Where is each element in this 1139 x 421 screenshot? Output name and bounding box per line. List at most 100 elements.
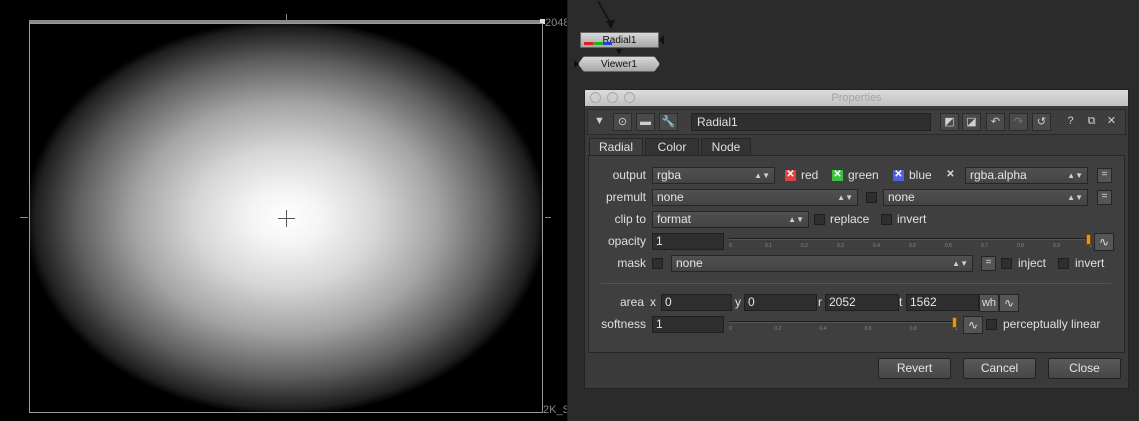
node-input-arrow-icon [659, 35, 664, 45]
revert-button[interactable]: Revert [878, 358, 951, 379]
slider-tick-label: 0.6 [945, 243, 952, 249]
help-icon[interactable]: ? [1061, 113, 1080, 131]
slider-handle[interactable] [1086, 234, 1091, 245]
section-divider [601, 283, 1111, 284]
color-swatch-icon[interactable]: ◪ [962, 113, 981, 131]
area-y-input[interactable]: 0 [744, 294, 817, 311]
softness-input[interactable]: 1 [652, 316, 724, 333]
invert-checkbox[interactable] [881, 214, 892, 225]
minimize-window-icon[interactable] [607, 92, 618, 103]
collapse-icon[interactable]: ▼ [590, 113, 609, 131]
inject-checkbox[interactable] [1001, 258, 1012, 269]
clip-to-value: format [657, 212, 692, 226]
area-x-label: x [650, 295, 656, 309]
slider-tick-label: 0.8 [909, 326, 917, 332]
close-window-icon[interactable] [590, 92, 601, 103]
chevron-down-icon: ▲▼ [837, 193, 853, 202]
perceptually-linear-checkbox[interactable] [986, 319, 997, 330]
chevron-down-icon: ▲▼ [952, 259, 968, 268]
alpha-channel-dropdown[interactable]: rgba.alpha ▲▼ [965, 167, 1088, 184]
slider-tick-label: 0.5 [909, 243, 916, 249]
area-x-input[interactable]: 0 [661, 294, 732, 311]
mask-label: mask [617, 256, 646, 270]
zoom-window-icon[interactable] [624, 92, 635, 103]
chevron-down-icon: ▲▼ [754, 171, 770, 180]
clip-to-dropdown[interactable]: format ▲▼ [652, 211, 809, 228]
area-y-label: y [735, 295, 741, 309]
color-swatch-icon[interactable]: ◩ [940, 113, 959, 131]
blue-channel-label: blue [909, 168, 932, 182]
camera-icon[interactable]: ▬ [636, 113, 655, 131]
settings-icon[interactable]: 🔧 [659, 113, 678, 131]
opacity-input[interactable]: 1 [652, 233, 724, 250]
output-link-button[interactable]: = [1097, 168, 1112, 183]
opacity-animation-icon[interactable]: ∿ [1094, 233, 1114, 251]
viewer-right-tick [545, 217, 551, 218]
area-animation-icon[interactable]: ∿ [999, 294, 1019, 312]
viewer-input-arrow-icon [574, 60, 579, 68]
output-value: rgba [657, 168, 682, 182]
undo-icon[interactable]: ↶ [986, 113, 1005, 131]
viewer-center-crosshair[interactable] [278, 210, 295, 227]
chevron-down-icon: ▲▼ [1067, 171, 1083, 180]
node-radial1[interactable]: Radial1 [580, 32, 659, 48]
blue-channel-checkbox[interactable]: ✕ [893, 170, 904, 181]
premult-channel-value: none [888, 190, 915, 204]
opacity-label: opacity [607, 234, 646, 248]
node-toolbar: ▼ ⊙ ▬ 🔧 Radial1 ◩ ◪ ↶ ↷ ↺ ? ⧉ ✕ [587, 109, 1126, 135]
close-button[interactable]: Close [1048, 358, 1121, 379]
perceptually-linear-label: perceptually linear [1003, 317, 1101, 331]
area-t-input[interactable]: 1562 [906, 294, 979, 311]
close-icon[interactable]: ✕ [1102, 113, 1121, 131]
alpha-channel-checkbox[interactable]: ✕ [945, 170, 956, 181]
area-r-input[interactable]: 2052 [825, 294, 899, 311]
opacity-slider[interactable]: 0 0.1 0.2 0.3 0.4 0.5 0.6 0.7 0.8 0.9 1 [729, 233, 1099, 250]
viewer-panel[interactable]: 2048 2K_S [0, 0, 567, 421]
mask-invert-label: invert [1075, 256, 1105, 270]
mask-link-button[interactable]: = [981, 256, 996, 271]
node-name-field[interactable]: Radial1 [691, 113, 931, 131]
mask-dropdown[interactable]: none ▲▼ [671, 255, 973, 272]
revert-icon[interactable]: ↺ [1032, 113, 1051, 131]
premult-channel-dropdown[interactable]: none ▲▼ [883, 189, 1088, 206]
slider-tick-label: 0.7 [981, 243, 988, 249]
format-label: 2K_S [543, 404, 567, 416]
node-viewer1[interactable]: Viewer1 [578, 56, 660, 72]
softness-slider[interactable]: 0 0.2 0.4 0.6 0.8 1 [729, 316, 965, 333]
output-dropdown[interactable]: rgba ▲▼ [652, 167, 775, 184]
tab-color[interactable]: Color [645, 138, 699, 156]
slider-tick-label: 0.3 [837, 243, 844, 249]
properties-titlebar[interactable]: Properties [585, 90, 1128, 106]
slider-tick-label: 0 [729, 243, 732, 249]
green-channel-checkbox[interactable]: ✕ [832, 170, 843, 181]
premult-dropdown[interactable]: none ▲▼ [652, 189, 858, 206]
chevron-down-icon: ▲▼ [1067, 193, 1083, 202]
cancel-button[interactable]: Cancel [963, 358, 1036, 379]
replace-checkbox[interactable] [814, 214, 825, 225]
redo-icon[interactable]: ↷ [1009, 113, 1028, 131]
mask-checkbox[interactable] [652, 258, 663, 269]
mask-value: none [676, 256, 703, 270]
slider-tick-label: 0.8 [1017, 243, 1024, 249]
premult-value: none [657, 190, 684, 204]
slider-track [729, 321, 955, 323]
slider-track [729, 238, 1089, 240]
center-icon[interactable]: ⊙ [613, 113, 632, 131]
wh-toggle-button[interactable]: wh [979, 294, 999, 312]
invert-label: invert [897, 212, 927, 226]
softness-label: softness [601, 317, 646, 331]
red-channel-checkbox[interactable]: ✕ [785, 170, 796, 181]
float-icon[interactable]: ⧉ [1082, 113, 1101, 131]
clip-to-label: clip to [614, 212, 646, 226]
tab-node[interactable]: Node [701, 138, 751, 156]
panel-divider[interactable] [567, 0, 568, 421]
slider-handle[interactable] [952, 317, 957, 328]
premult-link-button[interactable]: = [1097, 190, 1112, 205]
slider-tick-label: 0.4 [873, 243, 880, 249]
softness-animation-icon[interactable]: ∿ [963, 316, 983, 334]
red-channel-label: red [801, 168, 819, 182]
area-label: area [619, 295, 644, 309]
mask-invert-checkbox[interactable] [1058, 258, 1069, 269]
premult-checkbox[interactable] [866, 192, 877, 203]
channel-indicator [584, 42, 612, 45]
